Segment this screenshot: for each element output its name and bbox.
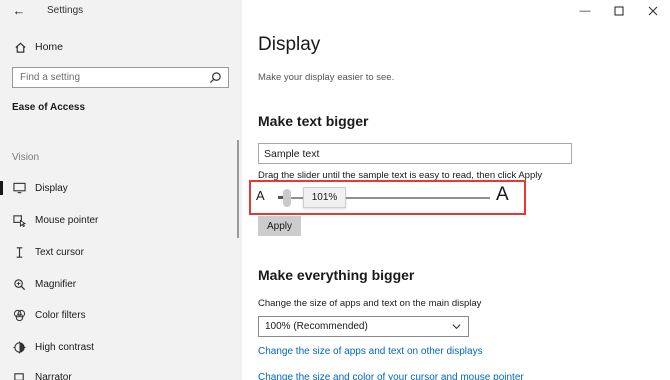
mouse-pointer-icon: [12, 214, 26, 227]
sidebar-item-label: Mouse pointer: [35, 214, 99, 226]
slider-value-tooltip: 101%: [303, 187, 346, 208]
text-size-slider-thumb[interactable]: [283, 189, 291, 207]
section-heading-everything-bigger: Make everything bigger: [258, 267, 415, 283]
scale-selected-value: 100% (Recommended): [265, 321, 368, 332]
sidebar-item-label: Text cursor: [35, 246, 84, 258]
search-icon[interactable]: [209, 71, 222, 87]
color-filters-icon: [12, 309, 26, 322]
sidebar-scrollbar[interactable]: [237, 140, 239, 238]
slider-value-label: 101%: [311, 192, 338, 203]
window-controls: —: [568, 0, 670, 22]
link-cursor-pointer[interactable]: Change the size and color of your cursor…: [258, 372, 524, 380]
sidebar-item-text-cursor[interactable]: Text cursor: [0, 241, 242, 263]
magnifier-icon: [12, 278, 26, 291]
sidebar-item-narrator[interactable]: Narrator: [0, 366, 242, 380]
page-subtitle: Make your display easier to see.: [258, 72, 395, 83]
group-label-vision: Vision: [12, 152, 40, 163]
chevron-down-icon: [451, 321, 462, 335]
window-title: Settings: [47, 5, 84, 16]
section-heading-text-bigger: Make text bigger: [258, 113, 369, 129]
maximize-icon[interactable]: [602, 0, 636, 22]
high-contrast-icon: [12, 340, 26, 354]
monitor-icon: [12, 182, 26, 194]
sidebar-item-magnifier[interactable]: Magnifier: [0, 273, 242, 295]
sidebar-item-display[interactable]: Display: [0, 177, 242, 199]
sidebar-item-label: Display: [35, 182, 68, 194]
scale-label: Change the size of apps and text on the …: [258, 298, 482, 309]
scale-dropdown[interactable]: 100% (Recommended): [258, 316, 469, 337]
sidebar-item-high-contrast[interactable]: High contrast: [0, 336, 242, 358]
slider-max-glyph: A: [496, 184, 509, 205]
category-title: Ease of Access: [12, 102, 86, 113]
sidebar: ← Settings Home Find a setting Ease of A…: [0, 0, 242, 380]
sidebar-item-label: Color filters: [35, 309, 86, 321]
sidebar-item-label: Narrator: [35, 371, 72, 380]
sidebar-item-mouse-pointer[interactable]: Mouse pointer: [0, 209, 242, 231]
text-cursor-icon: [12, 246, 26, 259]
close-icon[interactable]: [636, 0, 670, 22]
page-title: Display: [258, 34, 321, 55]
link-other-displays[interactable]: Change the size of apps and text on othe…: [258, 346, 483, 357]
sidebar-item-color-filters[interactable]: Color filters: [0, 304, 242, 326]
sidebar-item-label: Magnifier: [35, 278, 77, 290]
back-arrow-icon[interactable]: ←: [10, 3, 28, 18]
home-link[interactable]: Home: [12, 37, 63, 57]
home-label: Home: [35, 41, 64, 53]
sample-text-box: Sample text: [258, 143, 572, 164]
apply-button[interactable]: Apply: [258, 216, 301, 236]
sample-text: Sample text: [264, 147, 320, 160]
minimize-icon[interactable]: —: [568, 0, 602, 22]
sidebar-item-label: High contrast: [35, 341, 94, 353]
search-placeholder: Find a setting: [20, 72, 81, 83]
main-content: — Display Make your display easier to se…: [242, 0, 670, 380]
slider-min-glyph: A: [256, 188, 265, 203]
search-input[interactable]: Find a setting: [12, 67, 229, 88]
home-icon: [12, 41, 28, 54]
narrator-icon: [12, 371, 26, 380]
